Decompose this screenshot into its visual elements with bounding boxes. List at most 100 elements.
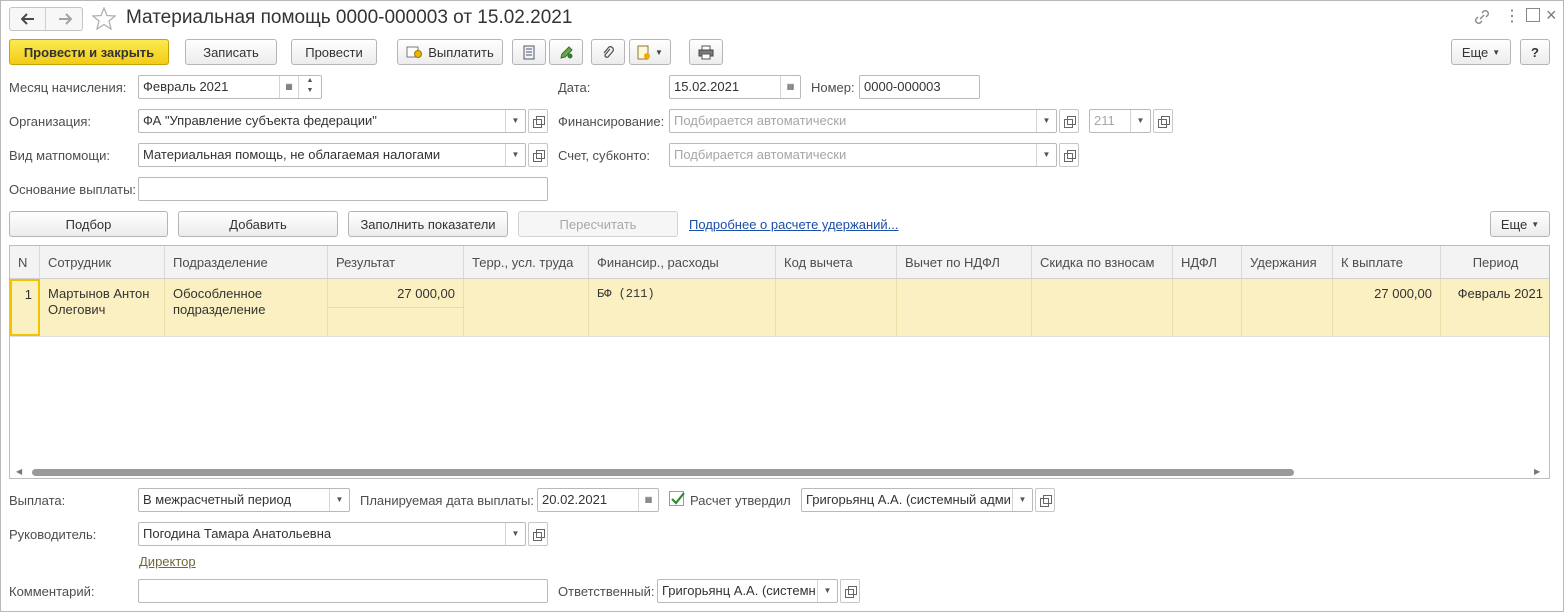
number-label: Номер: xyxy=(811,80,855,95)
number-field[interactable]: 0000-000003 xyxy=(859,75,980,99)
calendar-icon[interactable]: ▦ xyxy=(780,76,800,98)
org-field[interactable]: ФА "Управление субъекта федерации" ▼ xyxy=(138,109,526,133)
column-header-financing[interactable]: Финансир., расходы xyxy=(589,246,776,279)
select-button[interactable]: Подбор xyxy=(9,211,168,237)
cell-deduction-code[interactable] xyxy=(776,279,897,336)
create-based-on-button[interactable]: ▼ xyxy=(629,39,671,65)
open-icon xyxy=(532,528,545,541)
aid-type-field[interactable]: Материальная помощь, не облагаемая налог… xyxy=(138,143,526,167)
pay-button[interactable]: Выплатить xyxy=(397,39,503,65)
cell-ndfl[interactable] xyxy=(1173,279,1242,336)
month-field[interactable]: Февраль 2021 ▦ ▲ ▼ xyxy=(138,75,322,99)
kosgu-field[interactable]: 211 ▼ xyxy=(1089,109,1151,133)
financing-field[interactable]: Подбирается автоматически ▼ xyxy=(669,109,1057,133)
approved-by-field[interactable]: Григорьянц А.А. (системный адми ▼ xyxy=(801,488,1033,512)
cell-n[interactable]: 1 xyxy=(10,279,40,336)
link-icon[interactable] xyxy=(1474,9,1490,25)
close-icon[interactable]: × xyxy=(1546,3,1557,27)
fill-indicators-button[interactable]: Заполнить показатели xyxy=(348,211,508,237)
cell-withholding[interactable] xyxy=(1242,279,1333,336)
manager-open-button[interactable] xyxy=(528,522,548,546)
column-header-employee[interactable]: Сотрудник xyxy=(40,246,165,279)
star-icon[interactable] xyxy=(92,7,116,30)
help-button[interactable]: ? xyxy=(1520,39,1550,65)
cell-department[interactable]: Обособленное подразделение xyxy=(165,279,328,336)
cell-period[interactable]: Февраль 2021 xyxy=(1441,279,1549,336)
payout-field[interactable]: В межрасчетный период ▼ xyxy=(138,488,350,512)
org-open-button[interactable] xyxy=(528,109,548,133)
chevron-down-icon[interactable]: ▼ xyxy=(1012,489,1032,511)
cell-result[interactable]: 27 000,00 xyxy=(328,279,464,336)
comment-field[interactable] xyxy=(138,579,548,603)
column-header-period[interactable]: Период xyxy=(1441,246,1549,279)
basis-label: Основание выплаты: xyxy=(9,182,137,197)
scroll-right-icon[interactable]: ▶ xyxy=(1534,467,1540,476)
report-button[interactable] xyxy=(512,39,546,65)
table-more-button[interactable]: Еще ▼ xyxy=(1490,211,1550,237)
chevron-down-icon[interactable]: ▼ xyxy=(1036,144,1056,166)
approved-by-open-button[interactable] xyxy=(1035,488,1055,512)
planned-date-field[interactable]: 20.02.2021 ▦ xyxy=(537,488,659,512)
column-header-terr[interactable]: Терр., усл. труда xyxy=(464,246,589,279)
approved-label[interactable]: Расчет утвердил xyxy=(690,493,791,509)
back-button[interactable] xyxy=(10,8,46,30)
post-and-close-button[interactable]: Провести и закрыть xyxy=(9,39,169,65)
basis-field[interactable] xyxy=(138,177,548,201)
scroll-left-icon[interactable]: ◀ xyxy=(16,467,22,476)
chevron-down-icon[interactable]: ▼ xyxy=(1130,110,1150,132)
chevron-down-icon[interactable]: ▼ xyxy=(817,580,837,602)
employees-table[interactable]: N Сотрудник Подразделение Результат Терр… xyxy=(9,245,1550,479)
chevron-down-icon[interactable]: ▼ xyxy=(1036,110,1056,132)
cell-ndfl-deduction[interactable] xyxy=(897,279,1032,336)
horizontal-scrollbar[interactable]: ◀ ▶ xyxy=(10,465,1549,478)
cell-employee[interactable]: Мартынов Антон Олегович xyxy=(40,279,165,336)
financing-open-button[interactable] xyxy=(1059,109,1079,133)
account-open-button[interactable] xyxy=(1059,143,1079,167)
scrollbar-thumb[interactable] xyxy=(32,469,1294,476)
month-stepper[interactable]: ▲ ▼ xyxy=(299,76,321,98)
responsible-open-button[interactable] xyxy=(840,579,860,603)
more-button[interactable]: Еще ▼ xyxy=(1451,39,1511,65)
manager-field[interactable]: Погодина Тамара Анатольевна ▼ xyxy=(138,522,526,546)
cell-to-pay[interactable]: 27 000,00 xyxy=(1333,279,1441,336)
calendar-icon[interactable]: ▦ xyxy=(638,489,658,511)
calendar-icon[interactable]: ▦ xyxy=(279,76,299,98)
column-header-deduction-code[interactable]: Код вычета xyxy=(776,246,897,279)
add-button[interactable]: Добавить xyxy=(178,211,338,237)
account-field[interactable]: Подбирается автоматически ▼ xyxy=(669,143,1057,167)
date-field[interactable]: 15.02.2021 ▦ xyxy=(669,75,801,99)
responsible-field[interactable]: Григорьянц А.А. (системн ▼ xyxy=(657,579,838,603)
details-link[interactable]: Подробнее о расчете удержаний... xyxy=(689,217,899,232)
chevron-down-icon[interactable]: ▼ xyxy=(505,523,525,545)
more-vertical-icon[interactable]: ⋮ xyxy=(1504,7,1520,27)
cell-financing[interactable]: БФ (211) xyxy=(589,279,776,336)
column-header-withholding[interactable]: Удержания xyxy=(1242,246,1333,279)
column-header-ndfl[interactable]: НДФЛ xyxy=(1173,246,1242,279)
kosgu-open-button[interactable] xyxy=(1153,109,1173,133)
save-button[interactable]: Записать xyxy=(185,39,277,65)
manager-position-link[interactable]: Директор xyxy=(139,554,196,569)
chevron-down-icon[interactable]: ▼ xyxy=(329,489,349,511)
attach-button[interactable] xyxy=(591,39,625,65)
edit-button[interactable] xyxy=(549,39,583,65)
column-header-ndfl-deduction[interactable]: Вычет по НДФЛ xyxy=(897,246,1032,279)
forward-button[interactable] xyxy=(47,8,83,30)
approved-checkbox[interactable] xyxy=(669,491,685,506)
chevron-down-icon[interactable]: ▼ xyxy=(505,110,525,132)
column-header-to-pay[interactable]: К выплате xyxy=(1333,246,1441,279)
org-value: ФА "Управление субъекта федерации" xyxy=(143,113,377,128)
print-button[interactable] xyxy=(689,39,723,65)
recalculate-button[interactable]: Пересчитать xyxy=(518,211,678,237)
aid-type-open-button[interactable] xyxy=(528,143,548,167)
cell-terr[interactable] xyxy=(464,279,589,336)
maximize-icon[interactable] xyxy=(1526,8,1540,22)
aid-type-label: Вид матпомощи: xyxy=(9,148,110,163)
post-button[interactable]: Провести xyxy=(291,39,377,65)
open-icon xyxy=(1063,149,1076,162)
column-header-result[interactable]: Результат xyxy=(328,246,464,279)
column-header-department[interactable]: Подразделение xyxy=(165,246,328,279)
column-header-n[interactable]: N xyxy=(10,246,40,279)
column-header-contrib-discount[interactable]: Скидка по взносам xyxy=(1032,246,1173,279)
chevron-down-icon[interactable]: ▼ xyxy=(505,144,525,166)
cell-contrib-discount[interactable] xyxy=(1032,279,1173,336)
